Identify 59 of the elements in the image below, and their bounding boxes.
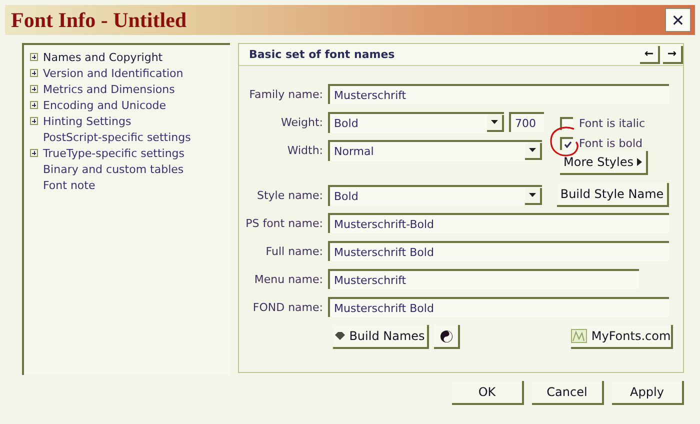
dropdown-field[interactable]: Bold: [328, 184, 542, 206]
checkbox-label: Font is bold: [579, 136, 642, 150]
panel-title: Basic set of font names: [249, 48, 395, 61]
dropdown-button[interactable]: [487, 114, 504, 132]
expand-icon[interactable]: [30, 85, 38, 93]
weight-number-field[interactable]: 700: [509, 112, 544, 132]
field-label: Family name:: [248, 88, 324, 100]
checkmark-icon: [564, 140, 572, 148]
tree-item[interactable]: Binary and custom tables: [30, 161, 230, 177]
dropdown-field[interactable]: Normal: [328, 140, 542, 160]
window-title: Font Info - Untitled: [11, 8, 187, 32]
yin-yang-button[interactable]: [434, 325, 460, 349]
dropdown-button[interactable]: [525, 188, 542, 204]
expand-icon[interactable]: [30, 53, 38, 61]
previous-button[interactable]: ←: [640, 46, 660, 64]
tree-item[interactable]: Metrics and Dimensions: [30, 81, 230, 97]
tree-item[interactable]: Hinting Settings: [30, 113, 230, 129]
dialog-button[interactable]: Apply: [612, 381, 684, 405]
more-styles-button[interactable]: More Styles: [560, 151, 648, 175]
gem-icon: [335, 332, 346, 340]
dropdown-field[interactable]: Bold: [328, 112, 504, 132]
chart-icon: [571, 329, 588, 343]
name-field[interactable]: Musterschrift Bold: [328, 241, 669, 261]
dropdown-arrow-icon: [529, 193, 536, 197]
expand-icon[interactable]: [30, 117, 38, 125]
field-label: Weight:: [280, 116, 324, 128]
checkbox[interactable]: [560, 136, 573, 150]
build-names-button[interactable]: Build Names: [333, 325, 429, 349]
tree-item[interactable]: Encoding and Unicode: [30, 97, 230, 113]
tree-item[interactable]: Font note: [30, 177, 230, 193]
expand-icon[interactable]: [30, 69, 38, 77]
field-label: PS font name:: [244, 216, 324, 230]
name-field[interactable]: Musterschrift: [328, 269, 639, 289]
dialog-button[interactable]: OK: [452, 381, 524, 405]
field-label: Full name:: [264, 244, 324, 258]
build-style-name-button[interactable]: Build Style Name: [557, 183, 669, 207]
dropdown-arrow-icon: [529, 148, 536, 152]
dropdown-button[interactable]: [525, 142, 542, 160]
triangle-icon: [637, 158, 642, 166]
next-button[interactable]: →: [663, 46, 683, 64]
checkbox-label: Font is italic: [579, 116, 645, 130]
tree-item[interactable]: TrueType-specific settings: [30, 145, 230, 161]
dropdown-arrow-icon: [491, 120, 498, 124]
close-button[interactable]: ✕: [665, 8, 691, 32]
expand-icon[interactable]: [30, 101, 38, 109]
tree-item[interactable]: Version and Identification: [30, 65, 230, 81]
expand-icon[interactable]: [30, 149, 38, 157]
dialog-button[interactable]: Cancel: [532, 381, 604, 405]
tree-item[interactable]: Names and Copyright: [30, 49, 230, 65]
field-label: FOND name:: [252, 300, 324, 314]
myfonts-button[interactable]: MyFonts.com: [571, 325, 673, 349]
field-label: Menu name:: [253, 272, 324, 286]
name-field[interactable]: Musterschrift Bold: [328, 297, 669, 317]
family-name-field[interactable]: Musterschrift: [328, 84, 669, 104]
yin-yang-icon: [440, 330, 452, 342]
field-label: Style name:: [256, 188, 324, 202]
name-field[interactable]: Musterschrift-Bold: [328, 213, 669, 233]
field-label: Width:: [286, 144, 324, 156]
tree-item[interactable]: PostScript-specific settings: [30, 129, 230, 145]
